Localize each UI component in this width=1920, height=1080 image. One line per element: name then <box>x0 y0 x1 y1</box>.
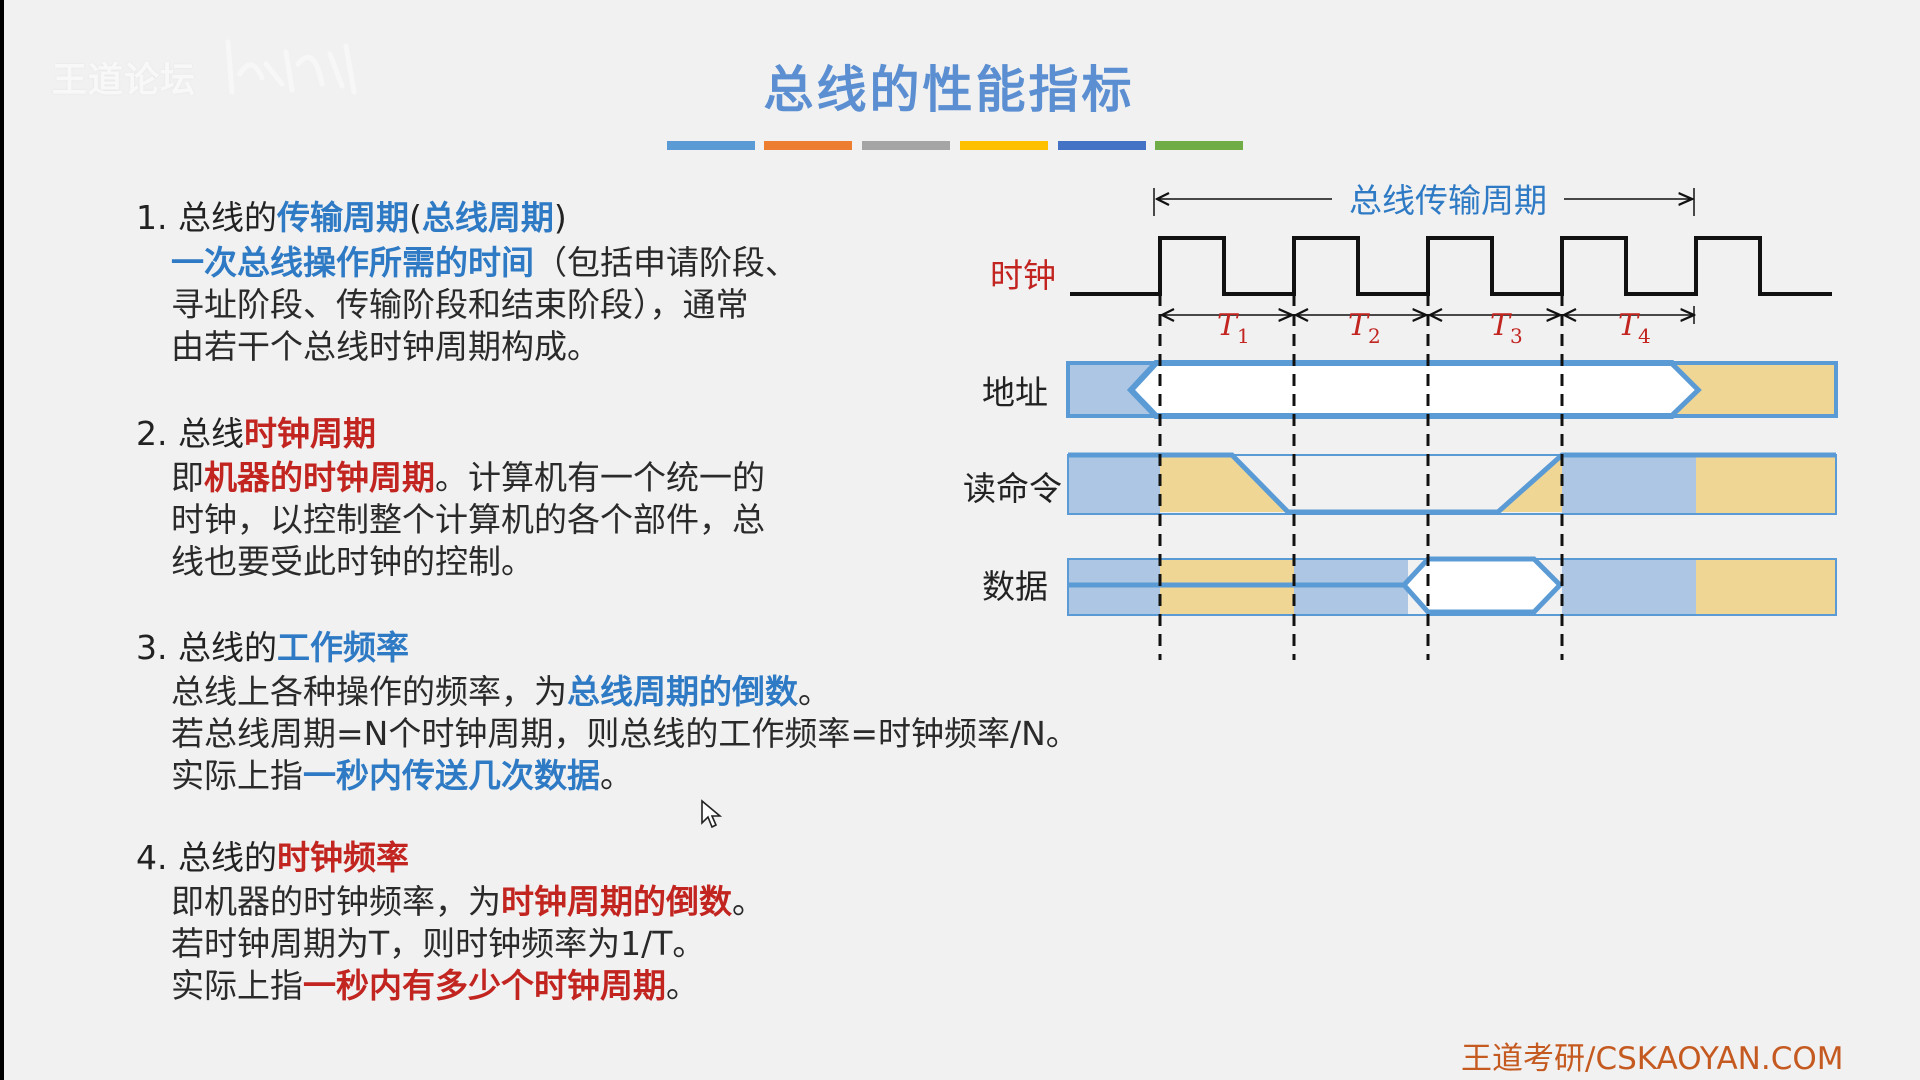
item-3-heading-term: 工作频率 <box>276 628 409 667</box>
mouse-pointer-icon <box>701 799 722 829</box>
item-3-heading: 3. 总线的工作频率 <box>136 621 409 669</box>
item-4-line-3-rest: 。 <box>666 966 699 1005</box>
item-3-heading-prefix: 3. 总线的 <box>136 628 277 667</box>
item-4-line-1-pre: 即机器的时钟频率，为 <box>171 882 501 921</box>
title-bar-1 <box>667 141 755 150</box>
item-4-body: 即机器的时钟频率，为时钟周期的倒数。 若时钟周期为T，则时钟频率为1/T。 实际… <box>171 881 765 1007</box>
item-3-highlight-2: 一秒内传送几次数据 <box>303 756 600 795</box>
clock-label: 时钟 <box>990 256 1056 295</box>
item-3-line-1-pre: 总线上各种操作的频率，为 <box>171 672 567 711</box>
item-1-heading-term: 传输周期 <box>276 198 409 237</box>
item-2-line-1-pre: 即 <box>171 458 204 497</box>
title-bar-6 <box>1155 141 1243 150</box>
item-4-heading-prefix: 4. 总线的 <box>136 838 277 877</box>
item-3-line-1-rest: 。 <box>798 672 831 711</box>
item-2-heading-term: 时钟周期 <box>243 414 376 453</box>
item-1-highlight: 一次总线操作所需的时间 <box>171 243 534 282</box>
item-2-line-3: 线也要受此时钟的控制。 <box>171 542 534 581</box>
item-4-line-1: 即机器的时钟频率，为时钟周期的倒数。 <box>171 881 765 923</box>
item-3-line-3: 实际上指一秒内传送几次数据。 <box>171 755 1079 797</box>
item-1-line-1: 一次总线操作所需的时间（包括申请阶段、 <box>171 242 798 284</box>
address-signal <box>1066 360 1838 419</box>
item-4-highlight-2: 一秒内有多少个时钟周期 <box>303 966 666 1005</box>
bus-timing-diagram: 总线传输周期 时钟 T1 T2 T3 T4 地址 读命令 数据 <box>963 181 1838 660</box>
slide: 王道论坛 总线的性能指标 1. 总线的传输周期(总线周期) 一次总线操作所需的时… <box>4 0 1920 1080</box>
item-2-line-1: 即机器的时钟周期。计算机有一个统一的 <box>171 457 765 499</box>
item-2-heading-prefix: 2. 总线 <box>136 414 244 453</box>
page-title: 总线的性能指标 <box>763 61 1135 119</box>
item-1-line-3: 由若干个总线时钟周期构成。 <box>171 327 600 366</box>
data-signal <box>1067 556 1837 616</box>
item-2-body: 即机器的时钟周期。计算机有一个统一的 时钟，以控制整个计算机的各个部件，总 线也… <box>171 457 765 583</box>
data-label: 数据 <box>982 567 1048 606</box>
read-command-label: 读命令 <box>963 469 1062 508</box>
item-2-heading: 2. 总线时钟周期 <box>136 407 376 455</box>
bus-cycle-span: 总线传输周期 <box>1153 181 1695 220</box>
item-4-heading-term: 时钟频率 <box>276 838 409 877</box>
item-4-highlight-1: 时钟周期的倒数 <box>501 882 732 921</box>
item-2-highlight: 机器的时钟周期 <box>204 458 435 497</box>
item-3-line-1: 总线上各种操作的频率，为总线周期的倒数。 <box>171 671 1079 713</box>
period-label-t4: T4 <box>1618 308 1651 348</box>
item-1-line-2: 寻址阶段、传输阶段和结束阶段），通常 <box>171 285 749 324</box>
address-label: 地址 <box>982 373 1048 412</box>
item-4-line-3-pre: 实际上指 <box>171 966 303 1005</box>
item-1-heading-alias: 总线周期 <box>421 198 554 237</box>
item-1-heading: 1. 总线的传输周期(总线周期) <box>136 191 567 239</box>
bus-cycle-label: 总线传输周期 <box>1349 181 1547 220</box>
period-label-t2: T2 <box>1348 308 1381 348</box>
period-label-t3: T3 <box>1490 308 1523 348</box>
period-labels: T1 T2 T3 T4 <box>1217 308 1651 348</box>
read-command-signal <box>1067 452 1837 515</box>
item-4-heading: 4. 总线的时钟频率 <box>136 831 409 879</box>
period-label-t1: T1 <box>1217 308 1250 348</box>
item-2-line-2: 时钟，以控制整个计算机的各个部件，总 <box>171 500 765 539</box>
title-bar-4 <box>960 141 1048 150</box>
item-4-line-3: 实际上指一秒内有多少个时钟周期。 <box>171 965 765 1007</box>
item-1-body: 一次总线操作所需的时间（包括申请阶段、 寻址阶段、传输阶段和结束阶段），通常 由… <box>171 242 798 368</box>
title-bar-3 <box>862 141 950 150</box>
item-2-line-1-rest: 。计算机有一个统一的 <box>435 458 765 497</box>
title-bar-5 <box>1058 141 1146 150</box>
item-1-line-1-rest: （包括申请阶段、 <box>534 243 798 282</box>
title-bar-2 <box>764 141 852 150</box>
item-4-line-1-rest: 。 <box>732 882 765 921</box>
item-1-heading-paren-open: ( <box>408 198 422 237</box>
item-3-body: 总线上各种操作的频率，为总线周期的倒数。 若总线周期=N个时钟周期，则总线的工作… <box>171 671 1079 797</box>
item-1-heading-paren-close: ) <box>553 198 567 237</box>
item-3-highlight-1: 总线周期的倒数 <box>567 672 798 711</box>
item-3-line-3-pre: 实际上指 <box>171 756 303 795</box>
footer-brand: 王道考研/CSKAOYAN.COM <box>1461 1041 1844 1077</box>
item-3-line-2: 若总线周期=N个时钟周期，则总线的工作频率=时钟频率/N。 <box>171 714 1079 753</box>
item-4-line-2: 若时钟周期为T，则时钟频率为1/T。 <box>171 924 706 963</box>
item-3-line-3-rest: 。 <box>600 756 633 795</box>
clock-waveform <box>1070 236 1832 296</box>
item-1-heading-prefix: 1. 总线的 <box>136 198 277 237</box>
